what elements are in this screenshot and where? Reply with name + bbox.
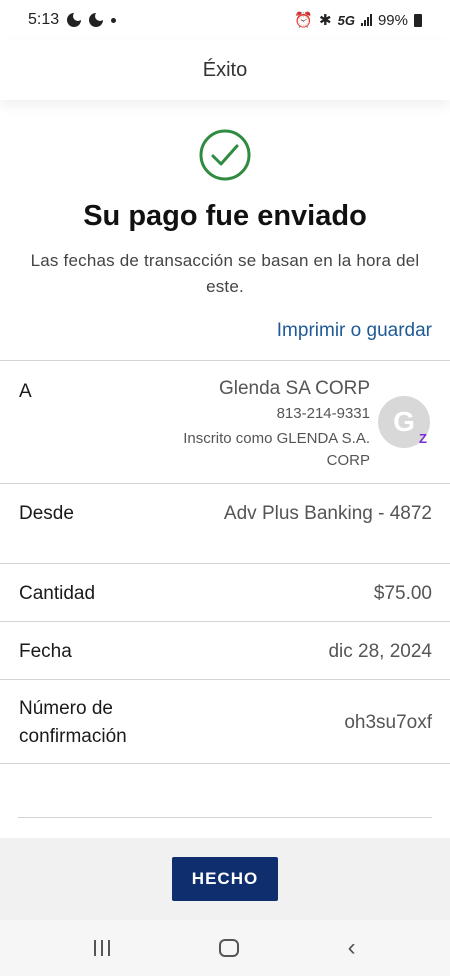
recent-apps-icon[interactable] — [94, 940, 111, 956]
payee-enrolled-as: Inscrito como GLENDA S.A. CORP — [183, 430, 370, 469]
back-icon[interactable]: ‹ — [348, 936, 356, 960]
zelle-icon: Z — [419, 431, 427, 446]
amount-label: Cantidad — [19, 583, 96, 604]
battery-icon — [414, 13, 422, 27]
payee-phone: 813-214-9331 — [276, 405, 370, 422]
alarm-icon: ⏰ — [294, 12, 314, 29]
from-account-value: Adv Plus Banking - 4872 — [223, 503, 432, 524]
network-label: 5G — [337, 12, 355, 28]
battery-percent: 99% — [377, 11, 408, 29]
notification-dot-icon — [111, 17, 117, 23]
page-title: Éxito — [202, 58, 248, 81]
bluetooth-icon: ✱ — [319, 12, 332, 29]
divider — [0, 360, 450, 361]
divider — [0, 621, 450, 622]
confirmation-number-label: Número de confirmación — [19, 698, 127, 747]
system-nav-bar: ‹ — [0, 920, 450, 976]
confirmation-subtitle: Las fechas de transacción se basan en la… — [30, 251, 420, 296]
divider — [0, 679, 450, 680]
divider — [0, 563, 450, 564]
confirmation-number-value: oh3su7oxf — [344, 712, 432, 733]
divider — [0, 483, 450, 484]
home-icon[interactable] — [218, 939, 239, 957]
done-button[interactable]: HECHO — [172, 857, 278, 901]
print-or-save-link[interactable]: Imprimir o guardar — [277, 320, 432, 342]
avatar-initial: G — [393, 406, 415, 437]
divider — [18, 817, 432, 818]
status-bar: 5:13 ⏰ ✱ 5G 99% — [0, 0, 450, 40]
status-time: 5:13 — [28, 11, 60, 28]
date-label: Fecha — [19, 641, 72, 662]
do-not-disturb-icon — [67, 11, 84, 27]
bedtime-icon — [89, 11, 106, 27]
date-value: dic 28, 2024 — [328, 641, 432, 662]
divider — [0, 763, 450, 764]
signal-icon — [360, 14, 372, 26]
payee-name: Glenda SA CORP — [218, 378, 370, 399]
from-label: Desde — [19, 503, 74, 524]
confirmation-title: Su pago fue enviado — [83, 200, 367, 232]
success-check-icon — [199, 129, 251, 181]
app-header: Éxito — [0, 40, 450, 100]
amount-value: $75.00 — [373, 583, 432, 604]
to-label: A — [19, 381, 32, 402]
